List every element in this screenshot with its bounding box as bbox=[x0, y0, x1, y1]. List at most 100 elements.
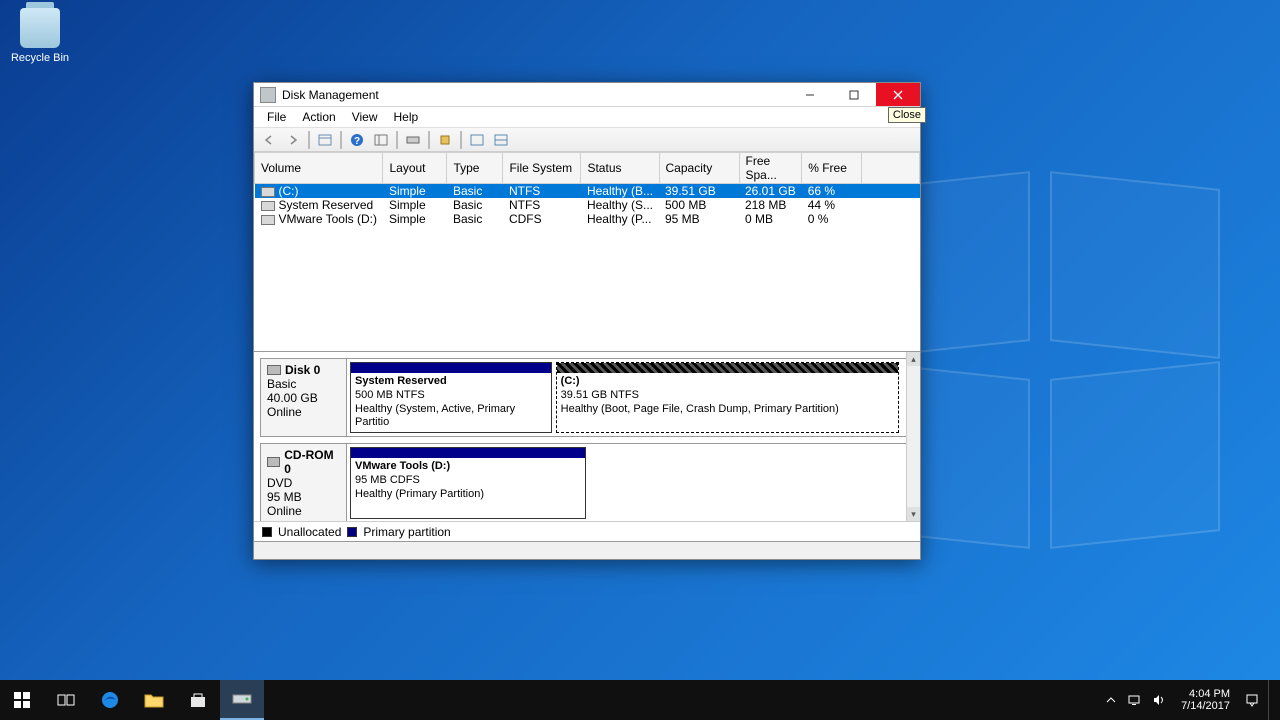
separator bbox=[308, 131, 310, 149]
disk-icon bbox=[267, 457, 280, 467]
task-view-icon bbox=[57, 693, 75, 707]
clock-date: 7/14/2017 bbox=[1181, 700, 1230, 712]
show-desktop-button[interactable] bbox=[1268, 680, 1274, 720]
separator bbox=[396, 131, 398, 149]
nav-back-button[interactable] bbox=[258, 130, 280, 150]
col-filesystem[interactable]: File System bbox=[503, 153, 581, 184]
window-title: Disk Management bbox=[282, 88, 379, 102]
statusbar bbox=[254, 541, 920, 559]
drive-icon bbox=[261, 187, 275, 197]
clock-time: 4:04 PM bbox=[1181, 688, 1230, 700]
tray-clock[interactable]: 4:04 PM 7/14/2017 bbox=[1175, 688, 1236, 712]
store-icon bbox=[189, 691, 207, 709]
settings-icon bbox=[439, 134, 451, 146]
recycle-bin-icon bbox=[20, 8, 60, 48]
separator bbox=[428, 131, 430, 149]
toolbar-button[interactable] bbox=[434, 130, 456, 150]
disk-mgmt-icon bbox=[232, 691, 252, 707]
volume-row[interactable]: (C:)SimpleBasicNTFSHealthy (B...39.51 GB… bbox=[255, 184, 920, 199]
disk-icon bbox=[406, 134, 420, 146]
scroll-down-button[interactable]: ▾ bbox=[907, 507, 920, 521]
help-button[interactable]: ? bbox=[346, 130, 368, 150]
maximize-icon bbox=[849, 90, 859, 100]
toolbar-button[interactable] bbox=[370, 130, 392, 150]
drive-icon bbox=[261, 215, 275, 225]
panel-icon bbox=[374, 134, 388, 146]
taskbar-disk-management[interactable] bbox=[220, 680, 264, 720]
col-status[interactable]: Status bbox=[581, 153, 659, 184]
chevron-up-icon bbox=[1106, 695, 1116, 705]
menu-action[interactable]: Action bbox=[295, 108, 342, 126]
nav-forward-button[interactable] bbox=[282, 130, 304, 150]
view-icon bbox=[470, 134, 484, 146]
scroll-up-button[interactable]: ▴ bbox=[907, 352, 920, 366]
close-button[interactable] bbox=[876, 83, 920, 106]
speaker-icon bbox=[1152, 694, 1166, 706]
col-volume[interactable]: Volume bbox=[255, 153, 383, 184]
start-button[interactable] bbox=[0, 680, 44, 720]
volume-row[interactable]: VMware Tools (D:)SimpleBasicCDFSHealthy … bbox=[255, 212, 920, 226]
app-icon bbox=[260, 87, 276, 103]
tray-notifications[interactable] bbox=[1244, 692, 1260, 708]
partition[interactable]: VMware Tools (D:)95 MB CDFSHealthy (Prim… bbox=[350, 447, 586, 519]
tray-chevron[interactable] bbox=[1103, 692, 1119, 708]
disk-label[interactable]: CD-ROM 0DVD95 MBOnline bbox=[261, 444, 347, 521]
view-icon bbox=[494, 134, 508, 146]
disk-label[interactable]: Disk 0Basic40.00 GBOnline bbox=[261, 359, 347, 436]
minimize-icon bbox=[805, 90, 815, 100]
tray-volume[interactable] bbox=[1151, 692, 1167, 708]
taskbar: 4:04 PM 7/14/2017 bbox=[0, 680, 1280, 720]
toolbar-button[interactable] bbox=[490, 130, 512, 150]
legend: Unallocated Primary partition bbox=[254, 521, 920, 541]
refresh-button[interactable] bbox=[402, 130, 424, 150]
arrow-right-icon bbox=[287, 135, 299, 145]
windows-icon bbox=[14, 692, 30, 708]
minimize-button[interactable] bbox=[788, 83, 832, 106]
edge-icon bbox=[100, 690, 120, 710]
close-icon bbox=[893, 90, 903, 100]
partition[interactable]: System Reserved500 MB NTFSHealthy (Syste… bbox=[350, 362, 552, 433]
arrow-left-icon bbox=[263, 135, 275, 145]
volume-list[interactable]: Volume Layout Type File System Status Ca… bbox=[254, 152, 920, 352]
drive-icon bbox=[261, 201, 275, 211]
maximize-button[interactable] bbox=[832, 83, 876, 106]
notification-icon bbox=[1245, 693, 1259, 707]
titlebar[interactable]: Disk Management Close bbox=[254, 83, 920, 107]
system-tray: 4:04 PM 7/14/2017 bbox=[1097, 680, 1280, 720]
col-capacity[interactable]: Capacity bbox=[659, 153, 739, 184]
col-freespace[interactable]: Free Spa... bbox=[739, 153, 802, 184]
folder-icon bbox=[144, 692, 164, 708]
partition[interactable]: (C:)39.51 GB NTFSHealthy (Boot, Page Fil… bbox=[556, 362, 899, 433]
scrollbar[interactable]: ▴ ▾ bbox=[906, 352, 920, 521]
menubar: File Action View Help bbox=[254, 107, 920, 128]
separator bbox=[460, 131, 462, 149]
col-layout[interactable]: Layout bbox=[383, 153, 447, 184]
taskbar-store[interactable] bbox=[176, 680, 220, 720]
col-pctfree[interactable]: % Free bbox=[802, 153, 862, 184]
col-extra[interactable] bbox=[862, 153, 920, 184]
task-view-button[interactable] bbox=[44, 680, 88, 720]
separator bbox=[340, 131, 342, 149]
close-tooltip: Close bbox=[888, 107, 926, 123]
svg-text:?: ? bbox=[354, 136, 360, 147]
disk-icon bbox=[267, 365, 281, 375]
toolbar-button[interactable] bbox=[466, 130, 488, 150]
menu-view[interactable]: View bbox=[345, 108, 385, 126]
taskbar-edge[interactable] bbox=[88, 680, 132, 720]
taskbar-explorer[interactable] bbox=[132, 680, 176, 720]
col-type[interactable]: Type bbox=[447, 153, 503, 184]
legend-unallocated: Unallocated bbox=[278, 525, 341, 539]
help-icon: ? bbox=[350, 133, 364, 147]
recycle-bin[interactable]: Recycle Bin bbox=[8, 8, 72, 64]
legend-swatch-unallocated bbox=[262, 527, 272, 537]
menu-help[interactable]: Help bbox=[387, 108, 426, 126]
toolbar-button[interactable] bbox=[314, 130, 336, 150]
disk-row: CD-ROM 0DVD95 MBOnlineVMware Tools (D:)9… bbox=[260, 443, 914, 521]
network-icon bbox=[1128, 694, 1142, 706]
recycle-bin-label: Recycle Bin bbox=[8, 52, 72, 64]
legend-primary: Primary partition bbox=[363, 525, 450, 539]
column-headers[interactable]: Volume Layout Type File System Status Ca… bbox=[255, 153, 920, 184]
menu-file[interactable]: File bbox=[260, 108, 293, 126]
volume-row[interactable]: System ReservedSimpleBasicNTFSHealthy (S… bbox=[255, 198, 920, 212]
tray-network[interactable] bbox=[1127, 692, 1143, 708]
